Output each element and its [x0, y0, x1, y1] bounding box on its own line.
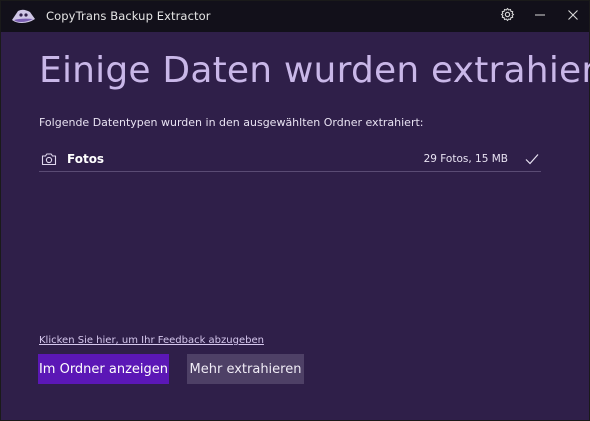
close-button[interactable]	[557, 1, 589, 32]
settings-button[interactable]	[491, 1, 523, 32]
copytrans-logo-icon	[9, 7, 37, 26]
extract-more-button[interactable]: Mehr extrahieren	[187, 354, 304, 384]
app-window: CopyTrans Backup Extractor Einige Daten …	[0, 0, 590, 421]
title-bar: CopyTrans Backup Extractor	[1, 1, 589, 32]
minimize-icon	[534, 8, 546, 26]
show-in-folder-button[interactable]: Im Ordner anzeigen	[38, 354, 169, 384]
window-title: CopyTrans Backup Extractor	[46, 9, 211, 23]
page-title: Einige Daten wurden extrahiert	[39, 50, 590, 91]
extraction-description: Folgende Datentypen wurden in den ausgew…	[39, 116, 424, 129]
close-icon	[567, 8, 579, 26]
feedback-link[interactable]: Klicken Sie hier, um Ihr Feedback abzuge…	[39, 335, 264, 346]
extracted-item-row: Fotos 29 Fotos, 15 MB	[39, 146, 541, 172]
gear-icon	[500, 7, 515, 27]
item-summary: 29 Fotos, 15 MB	[423, 153, 508, 165]
item-label: Fotos	[67, 152, 105, 166]
checkmark-icon	[525, 152, 539, 165]
camera-icon	[41, 152, 57, 166]
minimize-button[interactable]	[524, 1, 556, 32]
